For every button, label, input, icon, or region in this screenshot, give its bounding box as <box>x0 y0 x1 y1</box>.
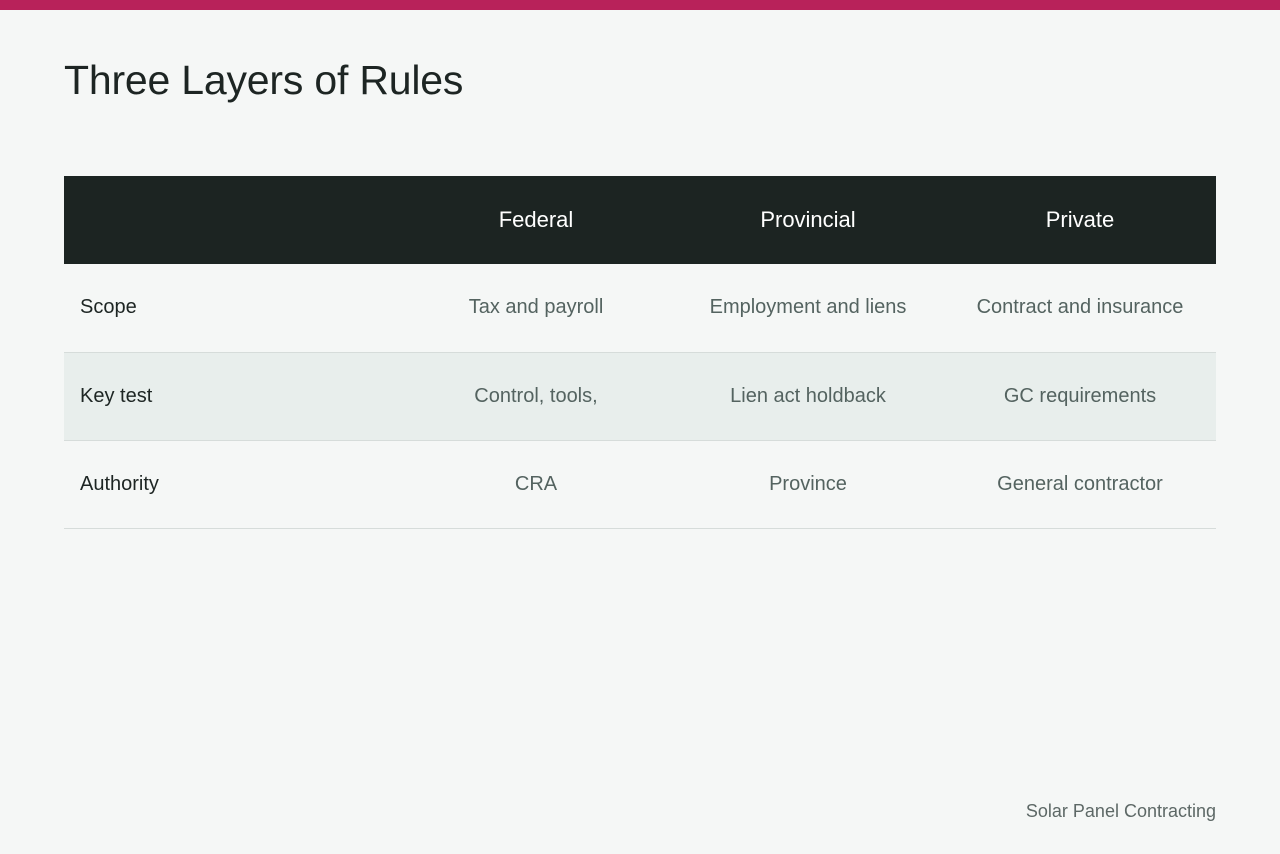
table-header-row: Federal Provincial Private <box>64 176 1216 264</box>
column-header-empty <box>64 176 400 264</box>
column-header-private: Private <box>1045 207 1115 232</box>
table-header: Federal Provincial Private <box>64 176 1216 264</box>
row-label-authority: Authority <box>80 472 159 495</box>
column-header-federal: Federal <box>498 207 574 232</box>
row-label-scope: Scope <box>80 296 137 319</box>
table-cell: CRA <box>514 472 558 495</box>
rules-table: Federal Provincial Private Scope Tax and… <box>64 176 1216 529</box>
table-cell: Province <box>769 472 847 495</box>
accent-bar <box>0 0 1280 10</box>
table-cell: Contract and insurance <box>976 296 1184 319</box>
table-cell: Tax and payroll <box>468 296 604 319</box>
table-body: Scope Tax and payroll Employment and lie… <box>64 264 1216 528</box>
row-label-key-test: Key test <box>80 384 153 407</box>
column-header-provincial: Provincial <box>760 207 856 232</box>
table-cell: GC requirements <box>1003 384 1157 407</box>
table-row-authority: Authority CRA Province General contracto… <box>64 440 1216 528</box>
table-cell: Control, tools, <box>474 384 598 407</box>
page-title: Three Layers of Rules <box>64 57 464 103</box>
table-row-scope: Scope Tax and payroll Employment and lie… <box>64 264 1216 352</box>
table-cell: Lien act holdback <box>730 384 886 407</box>
table-cell: Employment and liens <box>709 296 907 319</box>
table-row-key-test: Key test Control, tools, Lien act holdba… <box>64 352 1216 440</box>
footer-label: Solar Panel Contracting <box>1025 801 1216 821</box>
table-cell: General contractor <box>997 472 1163 495</box>
